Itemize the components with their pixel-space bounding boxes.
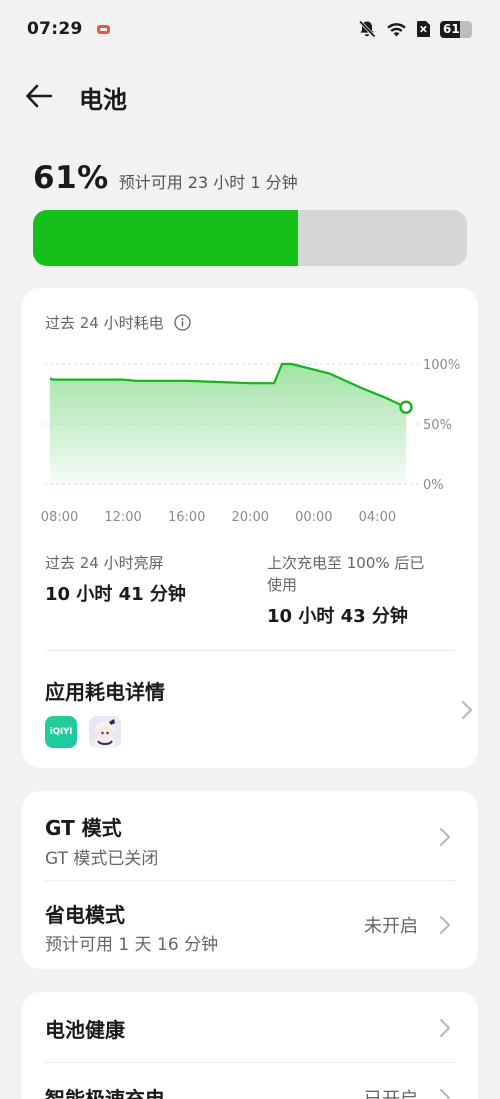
battery-icon-level: 61: [443, 21, 460, 36]
nav-bar: 电池: [0, 70, 500, 122]
chart-x-tick: 20:00: [232, 510, 269, 525]
battery-level-bar: [33, 210, 467, 266]
power-saver-status: 未开启: [364, 916, 418, 937]
chart-y-tick: 100%: [423, 358, 460, 373]
page-title: 电池: [79, 86, 127, 114]
status-left: 07:29: [27, 19, 110, 39]
chart-y-tick: 50%: [423, 418, 452, 433]
iqiyi-app-icon: iQIYI: [45, 716, 77, 748]
power-saver-title: 省电模式: [45, 903, 125, 927]
battery-health-row[interactable]: 电池健康: [22, 992, 478, 1062]
chevron-right-icon: [440, 1019, 450, 1037]
battery-icon: 61: [440, 20, 472, 38]
chevron-right-icon: [440, 828, 450, 846]
iqiyi-logo-text: iQIYI: [49, 727, 73, 737]
status-right: 61: [357, 19, 472, 39]
chart-x-tick: 16:00: [168, 510, 205, 525]
genshin-app-icon: [89, 716, 121, 748]
mute-icon: [358, 20, 376, 38]
power-saver-row[interactable]: 省电模式 预计可用 1 天 16 分钟 未开启: [22, 881, 478, 969]
status-time: 07:29: [27, 19, 83, 39]
chart-y-tick: 0%: [423, 478, 444, 493]
chart-x-tick: 08:00: [41, 510, 78, 525]
app-usage-title: 应用耗电详情: [45, 680, 165, 704]
battery-level-fill: [33, 210, 298, 266]
game-icon: [96, 24, 110, 34]
chart-x-tick: 00:00: [295, 510, 332, 525]
battery-estimate: 预计可用 23 小时 1 分钟: [118, 173, 298, 192]
health-card: 电池健康 智能极速充电 已开启: [22, 992, 478, 1099]
gt-mode-title: GT 模式: [45, 816, 122, 840]
chevron-right-icon: [440, 916, 450, 934]
app-usage-row[interactable]: 应用耗电详情 iQIYI: [22, 651, 478, 768]
battery-summary: 61% 预计可用 23 小时 1 分钟: [33, 160, 298, 196]
since-full-label-line2: 使用: [267, 576, 298, 594]
no-sim-icon: [417, 21, 430, 37]
usage-card: 过去 24 小时耗电 08:00 12:00 16:00 20:00 00:00 04:0…: [22, 288, 478, 768]
battery-health-title: 电池健康: [45, 1018, 125, 1042]
gt-mode-row[interactable]: GT 模式 GT 模式已关闭: [22, 791, 478, 880]
screen-on-stat: 过去 24 小时亮屏 10 小时 41 分钟: [45, 552, 186, 606]
smart-charging-title: 智能极速充电: [45, 1087, 165, 1099]
chart-x-tick: 12:00: [104, 510, 141, 525]
battery-percent: 61%: [33, 160, 109, 196]
arrow-left-icon[interactable]: [24, 82, 54, 110]
gt-mode-status: GT 模式已关闭: [45, 849, 159, 869]
since-full-stat: 上次充电至 100% 后已 使用 10 小时 43 分钟: [267, 552, 424, 628]
since-full-label-line1: 上次充电至 100% 后已: [267, 554, 425, 572]
smart-charging-status: 已开启: [364, 1085, 418, 1099]
since-full-value: 10 小时 43 分钟: [267, 606, 408, 627]
modes-card: GT 模式 GT 模式已关闭 省电模式 预计可用 1 天 16 分钟 未开启: [22, 791, 478, 969]
screen-on-value: 10 小时 41 分钟: [45, 584, 186, 605]
genshin-avatar-icon: [89, 716, 121, 748]
smart-charging-row[interactable]: 智能极速充电 已开启: [22, 1063, 478, 1099]
chart-x-tick: 04:00: [359, 510, 396, 525]
battery-usage-chart: 08:00 12:00 16:00 20:00 00:00 04:00 100% 50% 0%: [41, 358, 460, 525]
power-saver-estimate: 预计可用 1 天 16 分钟: [45, 935, 219, 955]
screen-on-label: 过去 24 小时亮屏: [45, 554, 164, 572]
status-bar: 07:29 61: [0, 0, 500, 58]
wifi-icon: [387, 22, 406, 36]
chevron-right-icon: [462, 701, 472, 719]
chevron-right-icon: [440, 1089, 450, 1099]
chart-current-point: [399, 400, 413, 414]
